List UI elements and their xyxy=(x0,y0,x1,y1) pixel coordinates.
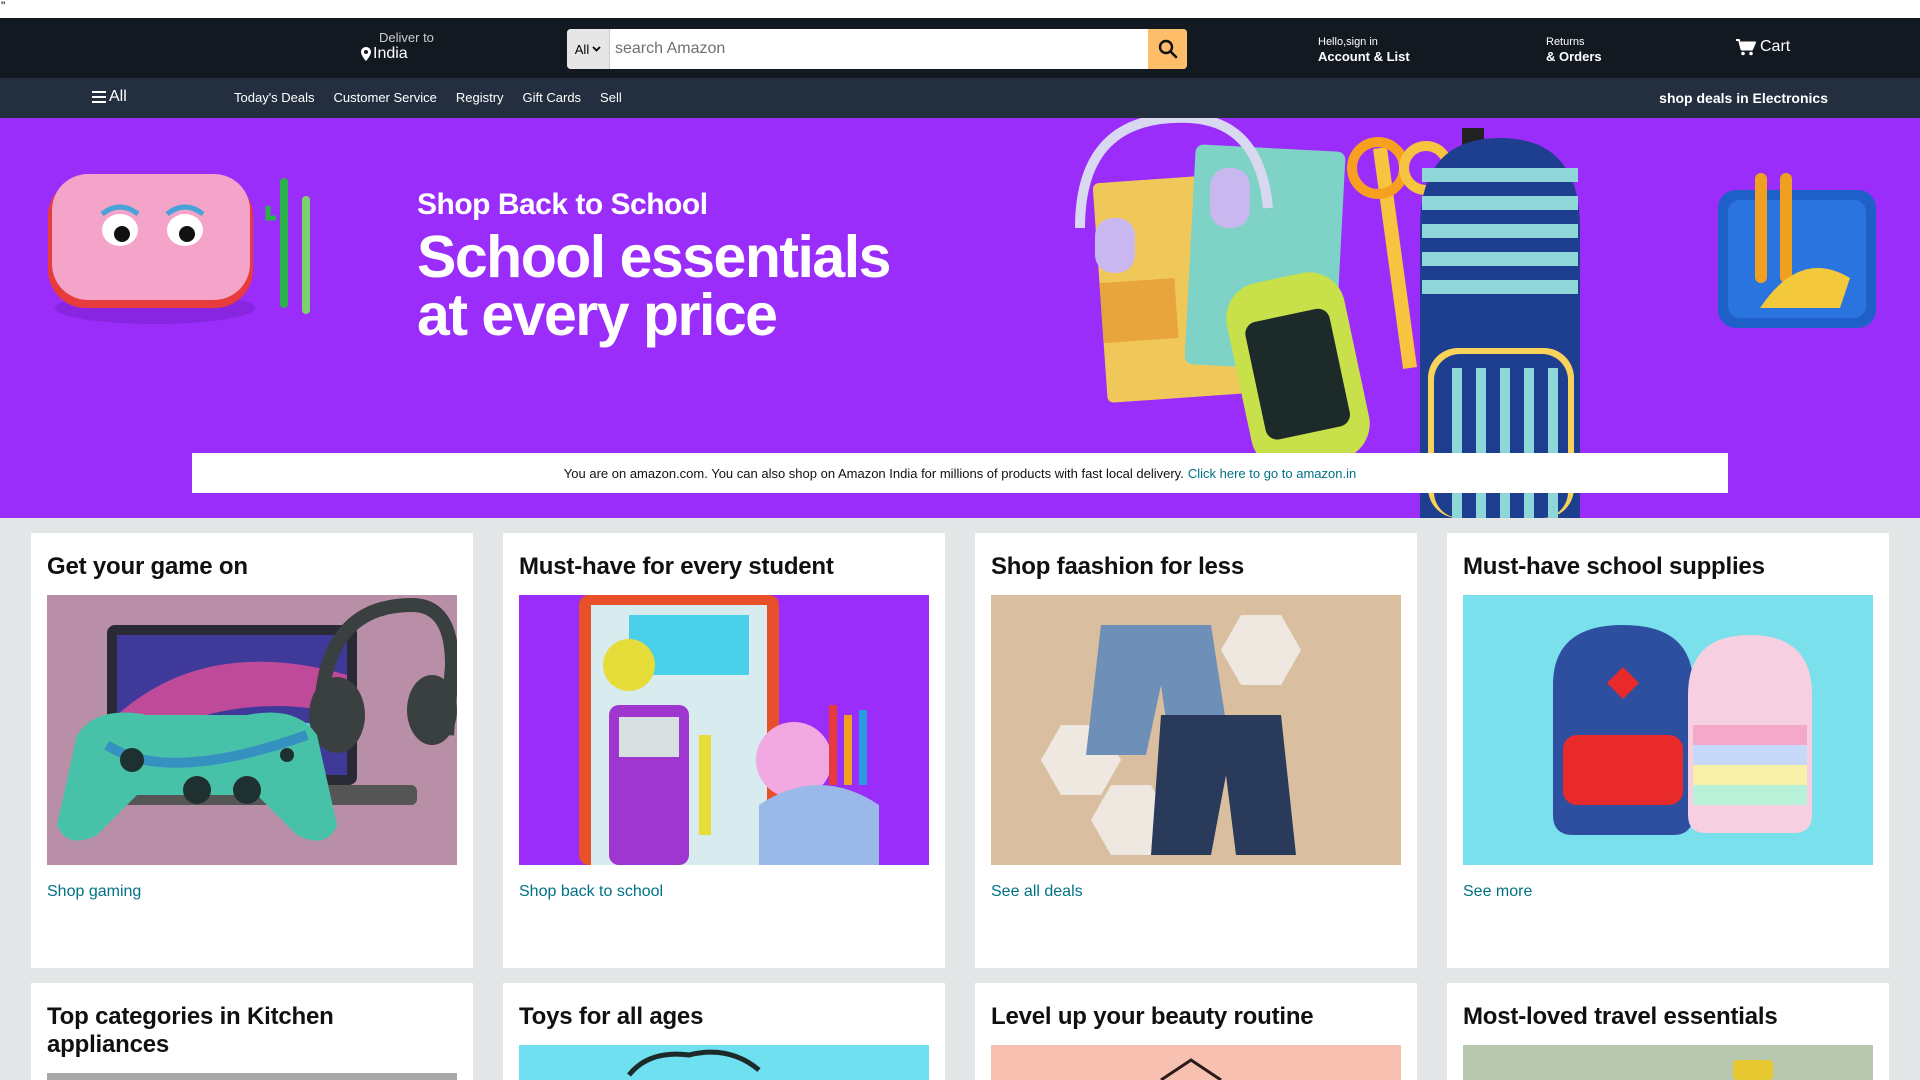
card-beauty: Level up your beauty routine xyxy=(975,983,1417,1080)
international-notice: You are on amazon.com. You can also shop… xyxy=(192,453,1728,493)
notice-text: You are on amazon.com. You can also shop… xyxy=(563,465,1184,481)
card-link[interactable]: Shop back to school xyxy=(519,883,663,901)
card-title: Top categories in Kitchen appliances xyxy=(47,1003,334,1058)
card-link[interactable]: See all deals xyxy=(991,883,1083,901)
subnav-link-registry[interactable]: Registry xyxy=(456,90,504,105)
subnav-link-todays-deals[interactable]: Today's Deals xyxy=(234,90,315,105)
fashion-image xyxy=(991,595,1401,865)
orders-label: & Orders xyxy=(1546,49,1602,64)
card-title: Must-have for every student xyxy=(519,553,834,580)
beauty-image xyxy=(1160,1058,1222,1080)
card-gaming: Get your game on Shop gaming xyxy=(31,533,473,968)
card-image-school-supplies[interactable] xyxy=(1463,595,1873,865)
location-pin-icon xyxy=(361,47,371,61)
subnav-link-sell[interactable]: Sell xyxy=(600,90,622,105)
card-title: Get your game on xyxy=(47,553,248,580)
toys-image xyxy=(627,1049,761,1077)
notice-link[interactable]: Click here to go to amazon.in xyxy=(1188,466,1356,481)
all-menu-button[interactable]: All xyxy=(92,88,127,106)
search-icon xyxy=(1158,39,1177,59)
hero-title: School essentials at every price xyxy=(417,224,891,348)
search-button[interactable] xyxy=(1148,29,1187,69)
hero-subtitle: Shop Back to School xyxy=(417,188,708,221)
returns-label: Returns xyxy=(1546,36,1585,48)
card-title: Must-have school supplies xyxy=(1463,553,1765,580)
card-kitchen: Top categories in Kitchen appliances xyxy=(31,983,473,1080)
subnav-link-gift-cards[interactable]: Gift Cards xyxy=(523,90,582,105)
card-title: Most-loved travel essentials xyxy=(1463,1003,1778,1030)
gaming-image xyxy=(47,595,457,865)
account-label: Account & List xyxy=(1318,49,1410,64)
card-image-beauty[interactable] xyxy=(991,1045,1401,1080)
card-image-kitchen[interactable] xyxy=(47,1073,457,1080)
all-menu-label: All xyxy=(109,88,127,105)
search-category-select[interactable]: All xyxy=(567,29,610,69)
cart-button[interactable]: Cart xyxy=(1736,38,1790,56)
returns-orders[interactable]: Returns & Orders xyxy=(1546,35,1602,65)
card-toys: Toys for all ages xyxy=(503,983,945,1080)
card-image-student[interactable] xyxy=(519,595,929,865)
card-title: Level up your beauty routine xyxy=(991,1003,1314,1030)
card-image-toys[interactable] xyxy=(519,1045,929,1080)
card-fashion: Shop faashion for less See all deals xyxy=(975,533,1417,968)
card-link[interactable]: Shop gaming xyxy=(47,883,141,901)
electronics-deals-link[interactable]: shop deals in Electronics xyxy=(1659,90,1828,106)
card-travel: Most-loved travel essentials xyxy=(1447,983,1889,1080)
stray-text: " xyxy=(0,0,1920,18)
card-image-fashion[interactable] xyxy=(991,595,1401,865)
travel-image xyxy=(1733,1060,1773,1080)
top-navbar: Deliver to India All Hello,sign in Accou… xyxy=(0,18,1920,78)
hamburger-icon xyxy=(92,91,106,103)
card-student: Must-have for every student Shop back to… xyxy=(503,533,945,968)
card-image-gaming[interactable] xyxy=(47,595,457,865)
card-image-travel[interactable] xyxy=(1463,1045,1873,1080)
cart-label: Cart xyxy=(1760,38,1791,55)
card-school-supplies: Must-have school supplies See more xyxy=(1447,533,1889,968)
backpacks-image xyxy=(1463,595,1873,865)
deliver-to[interactable]: Deliver to India xyxy=(361,31,471,63)
hero-title-line2: at every price xyxy=(417,282,778,348)
card-link[interactable]: See more xyxy=(1463,883,1532,901)
dropdown-caret-icon xyxy=(592,46,601,52)
search-category-value: All xyxy=(574,41,590,57)
subnav-link-customer-service[interactable]: Customer Service xyxy=(334,90,437,105)
account-greeting: Hello,sign in xyxy=(1318,36,1378,48)
subnav-links: Today's Deals Customer Service Registry … xyxy=(234,90,622,105)
search-bar: All xyxy=(567,29,1187,69)
card-title: Shop faashion for less xyxy=(991,553,1244,580)
deliver-location: India xyxy=(373,45,408,62)
pencil-case-illustration xyxy=(48,174,310,324)
deliver-label: Deliver to xyxy=(379,30,434,45)
search-input[interactable] xyxy=(610,29,1148,69)
card-title: Toys for all ages xyxy=(519,1003,704,1030)
student-image xyxy=(519,595,929,865)
sub-navbar: All Today's Deals Customer Service Regis… xyxy=(0,78,1920,118)
hero-title-line1: School essentials xyxy=(417,224,891,290)
cart-icon xyxy=(1736,38,1756,55)
account-menu[interactable]: Hello,sign in Account & List xyxy=(1318,35,1410,65)
